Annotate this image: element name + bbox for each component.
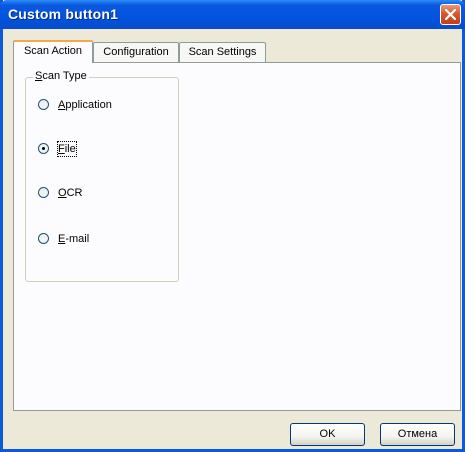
tab-label: Scan Settings	[188, 46, 257, 58]
radio-circle[interactable]	[38, 187, 49, 198]
radio-circle[interactable]	[38, 233, 49, 244]
tab-panel-scan-action: Scan Type Application File OCR E-mail	[13, 62, 461, 411]
title-bar[interactable]: Custom button1	[0, 0, 465, 29]
radio-label[interactable]: OCR	[58, 186, 82, 200]
radio-label[interactable]: File	[57, 141, 77, 157]
close-icon	[445, 9, 456, 20]
radio-label[interactable]: E-mail	[58, 232, 89, 246]
tab-label: Configuration	[103, 46, 169, 58]
radio-circle-selected[interactable]	[38, 143, 49, 154]
scan-type-label: Scan Type	[33, 70, 89, 82]
close-button[interactable]	[440, 4, 461, 25]
ok-button[interactable]: OK	[290, 423, 365, 446]
scan-type-group: Scan Type Application File OCR E-mail	[25, 70, 179, 282]
window-title: Custom button1	[8, 6, 119, 22]
cancel-button[interactable]: Отмена	[380, 423, 455, 446]
tab-label: Scan Action	[23, 45, 83, 57]
radio-dot	[42, 147, 45, 150]
tab-scan-action[interactable]: Scan Action	[13, 40, 93, 63]
dialog-window: Custom button1 Scan Action Configuration…	[0, 0, 465, 452]
radio-label[interactable]: Application	[58, 98, 112, 112]
tab-configuration[interactable]: Configuration	[93, 42, 179, 62]
radio-circle[interactable]	[38, 99, 49, 110]
tab-scan-settings[interactable]: Scan Settings	[179, 42, 266, 62]
